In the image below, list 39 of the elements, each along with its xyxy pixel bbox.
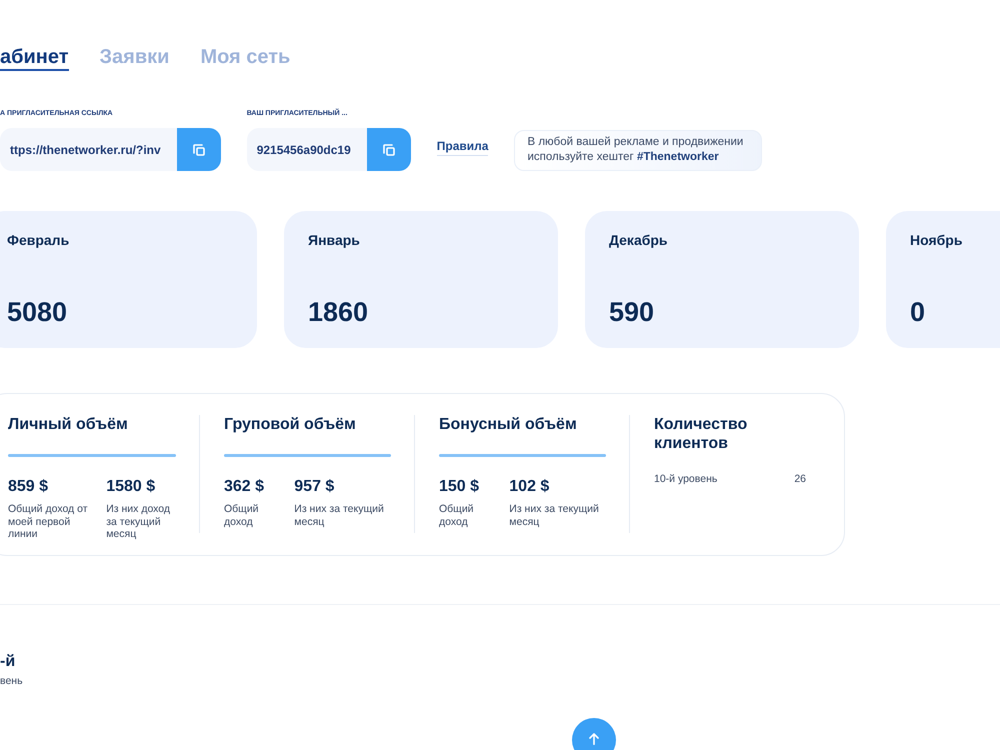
input-field[interactable]: ttps://thenetworker.ru/?inv bbox=[0, 128, 177, 171]
copy-button[interactable] bbox=[176, 128, 221, 171]
clients-title: Количество клиентов bbox=[654, 415, 748, 453]
stat-caption: Из них доход за текущий месяц bbox=[106, 503, 172, 540]
month-value: 5080 bbox=[7, 296, 68, 328]
stat-value: 957 $ bbox=[294, 478, 334, 496]
stat-value: 1580 $ bbox=[106, 478, 156, 496]
volume-title: Бонусный объём bbox=[439, 415, 578, 434]
hashtag-hint: В любой вашей рекламе и продвижении используйте хештег #Thenetworker bbox=[514, 130, 762, 171]
stat-caption: Из них за текущий месяц bbox=[509, 503, 600, 528]
scroll-top-button[interactable] bbox=[572, 718, 616, 750]
arrow-up-icon bbox=[589, 733, 599, 745]
stat-value: 102 $ bbox=[509, 478, 550, 496]
input-field[interactable]: 9215456a90dc19 bbox=[246, 128, 367, 171]
client-count: 26 bbox=[794, 473, 806, 486]
level-caption: вень bbox=[0, 675, 23, 688]
month-value: 1860 bbox=[308, 296, 368, 328]
copy-button[interactable] bbox=[366, 128, 411, 171]
stat-value: 362 $ bbox=[224, 478, 264, 496]
stat-caption: Общий доход от моей первой линии bbox=[8, 503, 88, 540]
stat-value: 150 $ bbox=[439, 478, 480, 496]
volume-title: Груповой объём bbox=[224, 415, 357, 434]
stat-caption: Из них за текущий месяц bbox=[294, 503, 385, 528]
level-title: -й bbox=[0, 652, 16, 672]
month-value: 590 bbox=[609, 296, 654, 328]
month-name: Январь bbox=[308, 231, 360, 249]
month-value: 0 bbox=[910, 296, 926, 328]
stat-caption: Общий доход bbox=[224, 503, 260, 528]
copy-icon bbox=[192, 144, 205, 156]
stat-value: 859 $ bbox=[8, 478, 48, 496]
rules-link[interactable]: Правила bbox=[436, 139, 488, 156]
month-name: Ноябрь bbox=[910, 231, 962, 249]
volume-title: Личный объём bbox=[8, 415, 129, 434]
stat-caption: Общий доход bbox=[439, 503, 475, 528]
month-name: Декабрь bbox=[609, 231, 668, 249]
month-name: Февраль bbox=[7, 231, 70, 249]
level-label: 10-й уровень bbox=[654, 473, 718, 486]
tab[interactable]: абинет bbox=[0, 45, 69, 71]
copy-icon bbox=[382, 144, 395, 156]
